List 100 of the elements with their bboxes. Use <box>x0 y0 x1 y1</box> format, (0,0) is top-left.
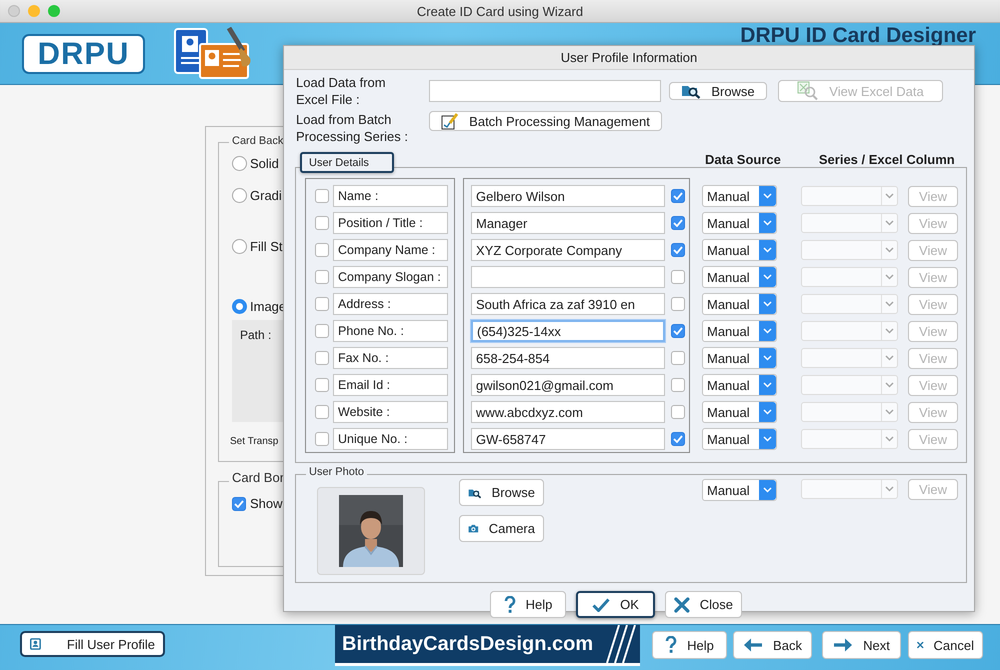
data-source-dropdown[interactable]: Manual <box>702 347 777 369</box>
logo: DRPU <box>22 34 145 74</box>
text-field[interactable]: www.abcdxyz.com <box>471 401 665 423</box>
field-label: Name : <box>333 185 448 207</box>
chevron-down-icon <box>885 220 894 226</box>
chevron-down-icon <box>885 409 894 415</box>
data-source-dropdown[interactable]: Manual <box>702 401 777 423</box>
field-label: Company Slogan : <box>333 266 448 288</box>
contact-card-icon <box>30 636 41 652</box>
browse-button[interactable]: Browse <box>669 82 767 100</box>
document-pencil-icon <box>441 112 460 130</box>
field-label: Address : <box>333 293 448 315</box>
checkbox[interactable] <box>671 351 685 365</box>
brand-name: BirthdayCardsDesign.com <box>342 632 594 656</box>
column-heading: Series / Excel Column <box>818 152 955 167</box>
radio-label: Fill St <box>250 239 282 254</box>
close-button[interactable]: Close <box>665 591 742 618</box>
radio-button[interactable] <box>232 239 247 254</box>
help-button[interactable]: Help <box>490 591 566 618</box>
transparency-label: Set Transp <box>230 436 278 447</box>
close-window-icon[interactable] <box>8 5 20 17</box>
data-source-dropdown[interactable]: Manual <box>702 212 777 234</box>
checkbox[interactable] <box>315 324 329 338</box>
radio-label: Solid <box>250 156 279 171</box>
chevron-down-icon <box>763 301 772 307</box>
browse-button[interactable]: Browse <box>459 479 544 506</box>
product-title: DRPU ID Card Designer <box>740 26 976 46</box>
data-source-dropdown[interactable]: Manual <box>702 239 777 261</box>
checkbox[interactable] <box>671 432 685 446</box>
chevron-down-icon <box>763 436 772 442</box>
batch-processing-button[interactable]: Batch Processing Management <box>429 111 662 131</box>
checkbox[interactable] <box>232 496 246 510</box>
checkbox[interactable] <box>315 243 329 257</box>
checkbox[interactable] <box>315 189 329 203</box>
help-icon <box>504 596 516 614</box>
text-field[interactable]: South Africa za zaf 3910 en <box>471 293 665 315</box>
checkbox[interactable] <box>315 432 329 446</box>
chevron-down-icon <box>763 193 772 199</box>
text-field[interactable]: Gelbero Wilson <box>471 185 665 207</box>
group-title[interactable]: User Details <box>300 152 394 173</box>
checkbox[interactable] <box>671 324 685 338</box>
chevron-down-icon <box>885 193 894 199</box>
zoom-window-icon[interactable] <box>48 5 60 17</box>
cancel-button[interactable]: Cancel <box>908 631 983 659</box>
field-label: Website : <box>333 401 448 423</box>
checkbox[interactable] <box>315 378 329 392</box>
field-label: Company Name : <box>333 239 448 261</box>
excel-file-field[interactable] <box>429 80 661 102</box>
chevron-down-icon <box>885 274 894 280</box>
checkbox[interactable] <box>671 270 685 284</box>
camera-button[interactable]: Camera <box>459 515 544 542</box>
checkbox[interactable] <box>671 378 685 392</box>
data-source-dropdown[interactable]: Manual <box>702 185 777 207</box>
checkbox[interactable] <box>671 405 685 419</box>
folder-search-icon <box>681 83 702 99</box>
text-field[interactable]: 658-254-854 <box>471 347 665 369</box>
data-source-dropdown[interactable]: Manual <box>702 374 777 396</box>
data-source-dropdown[interactable]: Manual <box>702 266 777 288</box>
chevron-down-icon <box>885 382 894 388</box>
field-label: Load Data from Excel File : <box>296 74 387 108</box>
ok-button[interactable]: OK <box>576 591 655 618</box>
data-source-dropdown[interactable]: Manual <box>702 479 777 501</box>
checkbox[interactable] <box>315 270 329 284</box>
field-label: Position / Title : <box>333 212 448 234</box>
data-source-dropdown[interactable]: Manual <box>702 293 777 315</box>
checkbox[interactable] <box>315 405 329 419</box>
checkbox[interactable] <box>671 297 685 311</box>
checkbox[interactable] <box>315 297 329 311</box>
field-label: Unique No. : <box>333 428 448 450</box>
text-field[interactable]: (654)325-14xx <box>471 320 665 342</box>
help-icon <box>665 636 678 654</box>
field-label: Email Id : <box>333 374 448 396</box>
checkbox[interactable] <box>671 216 685 230</box>
close-icon <box>674 596 690 612</box>
next-button[interactable]: Next <box>822 631 901 659</box>
chevron-down-icon <box>763 382 772 388</box>
chevron-down-icon <box>763 409 772 415</box>
text-field[interactable] <box>471 266 665 288</box>
checkbox[interactable] <box>671 243 685 257</box>
chevron-down-icon <box>763 328 772 334</box>
check-icon <box>592 598 610 612</box>
data-source-dropdown[interactable]: Manual <box>702 320 777 342</box>
text-field[interactable]: GW-658747 <box>471 428 665 450</box>
checkbox-label: Show <box>250 496 283 511</box>
checkbox[interactable] <box>315 216 329 230</box>
radio-button[interactable] <box>232 188 247 203</box>
data-source-dropdown[interactable]: Manual <box>702 428 777 450</box>
back-button[interactable]: Back <box>733 631 812 659</box>
help-button[interactable]: Help <box>652 631 727 659</box>
radio-button[interactable] <box>232 299 247 314</box>
checkbox[interactable] <box>315 351 329 365</box>
text-field[interactable]: Manager <box>471 212 665 234</box>
chevron-down-icon <box>885 301 894 307</box>
checkbox[interactable] <box>671 189 685 203</box>
text-field[interactable]: gwilson021@gmail.com <box>471 374 665 396</box>
window-title: Create ID Card using Wizard <box>416 4 584 18</box>
text-field[interactable]: XYZ Corporate Company <box>471 239 665 261</box>
radio-button[interactable] <box>232 156 247 171</box>
fill-user-profile-button[interactable]: Fill User Profile <box>20 631 165 657</box>
minimize-window-icon[interactable] <box>28 5 40 17</box>
